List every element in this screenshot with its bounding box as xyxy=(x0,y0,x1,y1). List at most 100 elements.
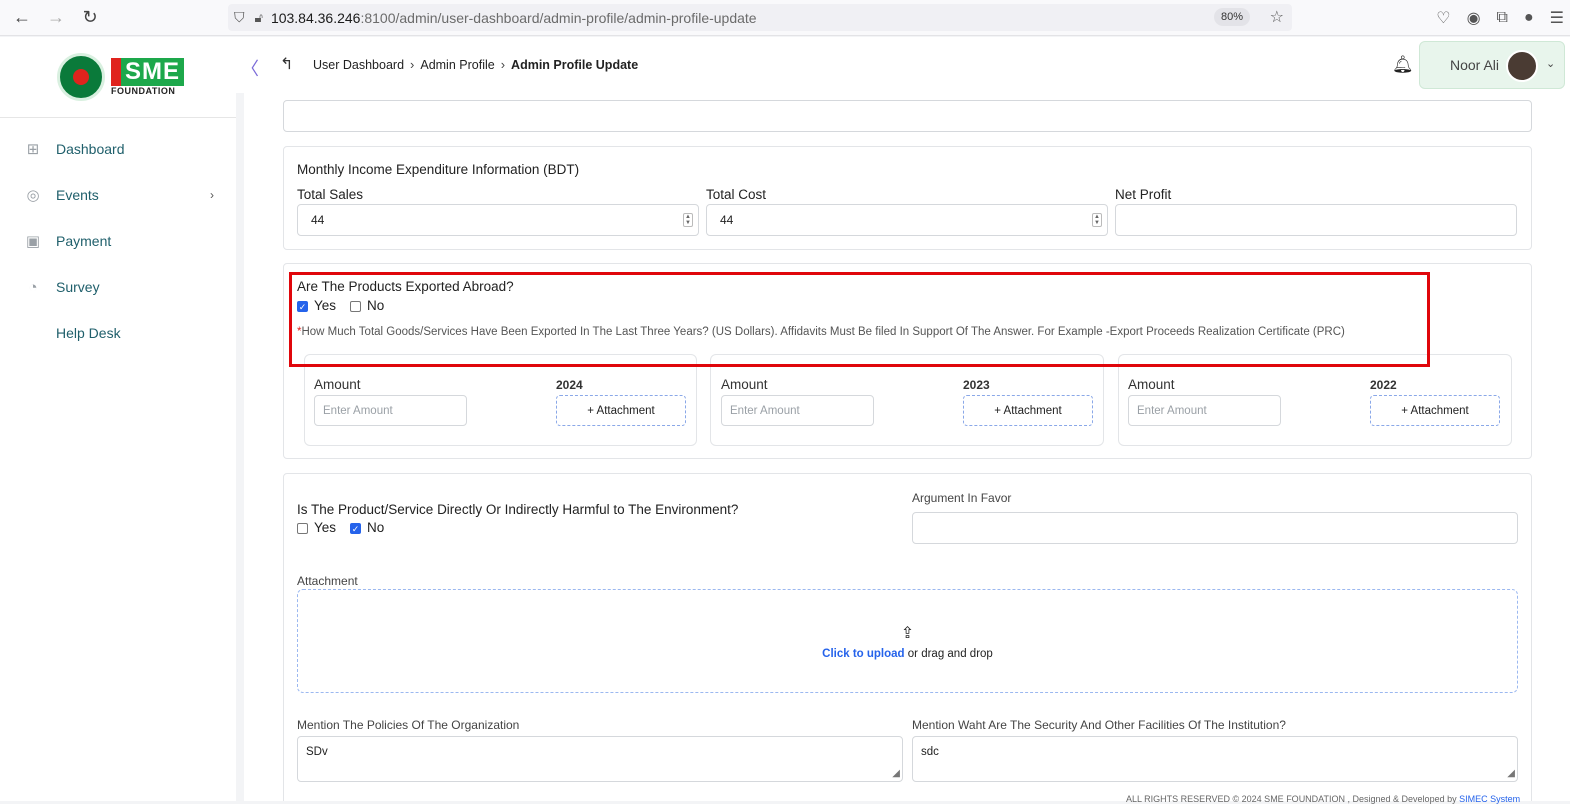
reload-icon[interactable]: ↻ xyxy=(78,6,102,30)
total-cost-label: Total Cost xyxy=(706,187,767,202)
shield-icon: ⛉ xyxy=(234,9,245,25)
zoom-level[interactable]: 80% xyxy=(1213,8,1250,26)
add-attachment-button[interactable]: + Attachment xyxy=(1370,395,1500,426)
sidebar-item-dashboard[interactable]: ⊞ Dashboard xyxy=(0,126,236,172)
sidebar-item-label: Dashboard xyxy=(56,141,125,157)
developer-link[interactable]: SIMEC System xyxy=(1459,794,1520,804)
total-cost-input[interactable]: 44 ▲ ▼ xyxy=(706,204,1108,236)
sidebar-item-label: Payment xyxy=(56,233,112,249)
sidebar-menu: ⊞ Dashboard ◎ Events › ▣ Payment ◔ Surve… xyxy=(0,126,236,356)
form-area: Monthly Income Expenditure Information (… xyxy=(244,93,1570,801)
total-sales-input[interactable]: 44 ▲ ▼ xyxy=(297,204,699,236)
policies-label: Mention The Policies Of The Organization xyxy=(297,718,520,732)
environment-no-label[interactable]: No xyxy=(367,520,384,535)
previous-field[interactable] xyxy=(283,100,1532,132)
resize-handle-icon[interactable]: ◢ xyxy=(892,768,900,779)
income-card: Monthly Income Expenditure Information (… xyxy=(283,146,1532,250)
stepper-icon[interactable]: ▲ ▼ xyxy=(683,213,693,227)
emblem-icon xyxy=(57,53,105,101)
payment-icon: ▣ xyxy=(25,233,41,250)
pocket-icon[interactable]: ♡ xyxy=(1436,8,1450,28)
income-title: Monthly Income Expenditure Information (… xyxy=(297,162,580,177)
avatar xyxy=(1506,50,1538,82)
back-icon[interactable]: ↰ xyxy=(280,54,293,74)
browser-extensions: ♡ ◉ ⧉ ● ☰ xyxy=(1436,0,1570,36)
url-host: 103.84.36.246 xyxy=(270,9,361,26)
amount-input[interactable]: Enter Amount xyxy=(1128,395,1281,426)
export-year-box: Amount 2024 Enter Amount + Attachment xyxy=(304,354,697,446)
extensions-icon[interactable]: ⧉ xyxy=(1497,9,1508,27)
address-bar[interactable]: ⛉ 🔓︎ 103.84.36.246:8100/admin/user-dashb… xyxy=(228,4,1292,31)
year-label: 2022 xyxy=(1370,378,1397,392)
net-profit-input[interactable] xyxy=(1115,204,1517,236)
attachment-label: Attachment xyxy=(297,574,358,588)
security-label: Mention Waht Are The Security And Other … xyxy=(912,718,1286,732)
collapse-sidebar-icon[interactable]: 〈 xyxy=(241,55,259,81)
breadcrumb-item[interactable]: Admin Profile xyxy=(420,58,494,72)
environment-yes-label[interactable]: Yes xyxy=(314,520,336,535)
add-attachment-button[interactable]: + Attachment xyxy=(556,395,686,426)
security-textarea[interactable]: sdc ◢ xyxy=(912,736,1518,782)
sidebar: SME FOUNDATION ⊞ Dashboard ◎ Events › ▣ … xyxy=(0,37,236,801)
amount-label: Amount xyxy=(1128,377,1175,392)
upload-dropzone[interactable]: ⇪ Click to upload or drag and drop xyxy=(297,589,1518,693)
sidebar-item-help-desk[interactable]: Help Desk xyxy=(0,310,236,356)
sidebar-item-survey[interactable]: ◔ Survey xyxy=(0,264,236,310)
sidebar-item-label: Survey xyxy=(56,279,100,295)
browser-toolbar: ← → ↻ ⛉ 🔓︎ 103.84.36.246:8100/admin/user… xyxy=(0,0,1570,36)
drag-drop-text: or drag and drop xyxy=(907,648,993,660)
cloud-upload-icon: ⇪ xyxy=(900,625,915,642)
stepper-icon[interactable]: ▲ ▼ xyxy=(1092,213,1102,227)
extension-badge-icon[interactable]: ● xyxy=(1524,9,1534,27)
argument-label: Argument In Favor xyxy=(912,491,1012,505)
environment-yes-checkbox[interactable] xyxy=(297,523,308,534)
net-profit-label: Net Profit xyxy=(1115,187,1172,202)
pie-chart-icon: ◔ xyxy=(28,278,38,296)
events-icon: ◎ xyxy=(26,187,40,204)
environment-question: Is The Product/Service Directly Or Indir… xyxy=(297,502,739,517)
chevron-down-icon: ⌄ xyxy=(1546,58,1556,70)
main-content: Monthly Income Expenditure Information (… xyxy=(236,93,1570,801)
chevron-right-icon: › xyxy=(500,57,506,72)
menu-icon[interactable]: ☰ xyxy=(1550,8,1564,28)
sidebar-item-payment[interactable]: ▣ Payment xyxy=(0,218,236,264)
bookmark-star-icon[interactable]: ☆ xyxy=(1270,7,1284,27)
export-year-box: Amount 2023 Enter Amount + Attachment xyxy=(710,354,1104,446)
export-year-box: Amount 2022 Enter Amount + Attachment xyxy=(1118,354,1512,446)
header: 〈 ↰ User Dashboard › Admin Profile › Adm… xyxy=(236,37,1570,93)
amount-input[interactable]: Enter Amount xyxy=(314,395,467,426)
logo-sme-text: SME xyxy=(111,58,185,86)
sidebar-item-events[interactable]: ◎ Events › xyxy=(0,172,236,218)
environment-no-checkbox[interactable]: ✓ xyxy=(350,523,361,534)
amount-label: Amount xyxy=(314,377,361,392)
footer: ALL RIGHTS RESERVED © 2024 SME FOUNDATIO… xyxy=(1126,794,1521,804)
back-arrow-icon[interactable]: ← xyxy=(10,6,34,30)
user-menu[interactable]: Noor Ali ⌄ xyxy=(1419,41,1565,89)
year-label: 2023 xyxy=(963,378,990,392)
divider xyxy=(0,117,236,118)
bell-icon[interactable]: 🔔︎ xyxy=(1392,55,1414,75)
chevron-right-icon: › xyxy=(210,188,214,202)
grid-icon: ⊞ xyxy=(26,141,40,158)
chevron-right-icon: › xyxy=(410,57,415,72)
total-sales-label: Total Sales xyxy=(297,187,364,202)
account-icon[interactable]: ◉ xyxy=(1467,8,1481,28)
argument-input[interactable] xyxy=(912,512,1518,544)
logo[interactable]: SME FOUNDATION xyxy=(0,37,236,117)
logo-foundation-text: FOUNDATION xyxy=(111,86,176,96)
breadcrumb-current: Admin Profile Update xyxy=(511,57,639,72)
sidebar-item-label: Help Desk xyxy=(56,325,121,341)
breadcrumb-item[interactable]: User Dashboard xyxy=(313,58,404,72)
policies-textarea[interactable]: SDv ◢ xyxy=(297,736,903,782)
resize-handle-icon[interactable]: ◢ xyxy=(1507,768,1515,779)
lock-insecure-icon: 🔓︎ xyxy=(254,9,263,25)
year-label: 2024 xyxy=(556,378,583,392)
user-name: Noor Ali xyxy=(1450,57,1500,73)
forward-arrow-icon[interactable]: → xyxy=(44,6,68,30)
click-to-upload-link[interactable]: Click to upload xyxy=(822,648,904,660)
sidebar-item-label: Events xyxy=(56,187,99,203)
add-attachment-button[interactable]: + Attachment xyxy=(963,395,1093,426)
amount-input[interactable]: Enter Amount xyxy=(721,395,874,426)
amount-label: Amount xyxy=(721,377,768,392)
breadcrumb: User Dashboard › Admin Profile › Admin P… xyxy=(313,57,638,72)
